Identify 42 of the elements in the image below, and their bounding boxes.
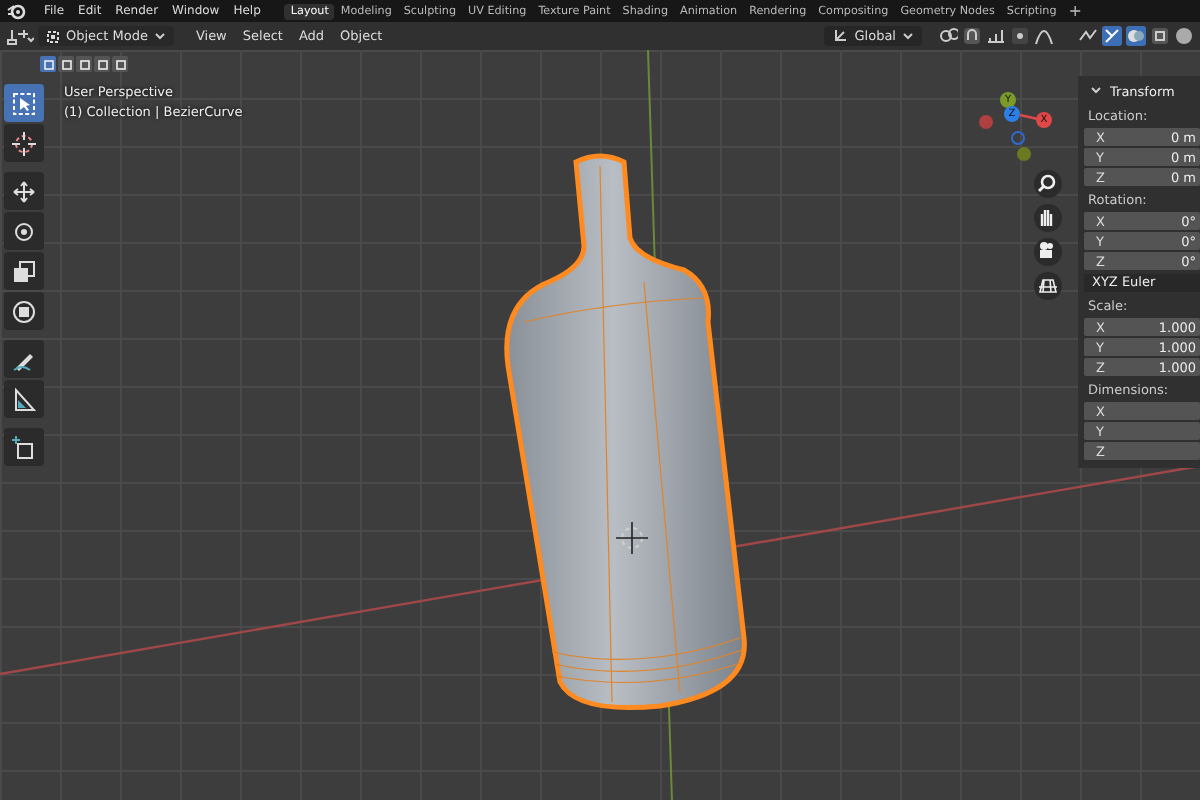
editor-type-icon[interactable] [6, 27, 34, 45]
tool-button[interactable] [4, 172, 44, 210]
select-box-icon [12, 91, 36, 115]
tool-button[interactable] [4, 292, 44, 330]
tool-button[interactable] [4, 340, 44, 378]
move-arrows-icon [12, 179, 36, 203]
scale-icon [12, 259, 36, 283]
selection-mode-button[interactable] [76, 56, 92, 72]
blender-logo-icon[interactable] [6, 2, 26, 20]
pivot-link-icon[interactable] [938, 26, 958, 46]
zoom-icon[interactable] [1034, 170, 1062, 198]
axes-icon [832, 28, 849, 44]
selection-mode-button[interactable] [58, 56, 74, 72]
camera-icon[interactable] [1034, 238, 1062, 266]
increment-icon[interactable] [986, 26, 1006, 46]
tool-button[interactable] [4, 84, 44, 122]
tool-button[interactable] [4, 252, 44, 290]
selection-mode-button[interactable] [94, 56, 110, 72]
proportional-icon[interactable] [1010, 26, 1030, 46]
grid-icon[interactable] [1034, 272, 1062, 300]
gizmo-toggle-icon[interactable] [1102, 26, 1122, 46]
selection-mode-button[interactable] [112, 56, 128, 72]
ruler-icon [12, 387, 36, 411]
add-workspace-button[interactable]: + [1062, 2, 1088, 20]
tool-button[interactable] [4, 428, 44, 466]
chevron-down-icon [902, 32, 914, 40]
selection-mode-button[interactable] [40, 56, 56, 72]
crosshair-cursor-icon [12, 131, 36, 155]
shading-solid-icon[interactable] [1174, 26, 1194, 46]
tool-button[interactable] [4, 124, 44, 162]
chevron-down-icon [153, 32, 166, 40]
3d-cursor-icon [615, 521, 649, 555]
add-cube-icon [12, 435, 36, 459]
snap-magnet-icon[interactable] [962, 26, 982, 46]
rotate-icon [12, 219, 36, 243]
tool-button[interactable] [4, 212, 44, 250]
xray-icon[interactable] [1150, 26, 1170, 46]
falloff-curve-icon[interactable] [1034, 26, 1054, 46]
tool-button[interactable] [4, 380, 44, 418]
object-square-icon [46, 29, 60, 43]
overlay-toggle-icon[interactable] [1126, 26, 1146, 46]
transform-icon [12, 299, 36, 323]
